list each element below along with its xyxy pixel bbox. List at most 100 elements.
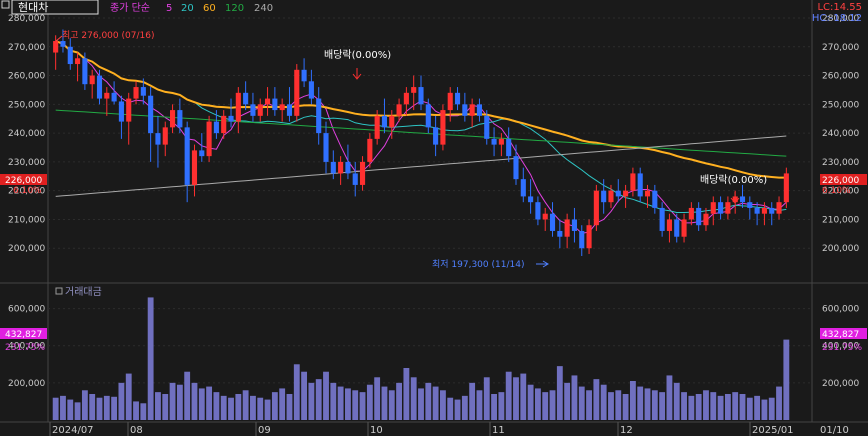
candle-body[interactable] — [272, 98, 278, 111]
candle-body[interactable] — [235, 92, 241, 122]
candle-body[interactable] — [557, 230, 563, 237]
candle-body[interactable] — [191, 150, 198, 185]
candle-body[interactable] — [644, 190, 651, 197]
candle-body[interactable] — [250, 104, 256, 116]
candle-body[interactable] — [615, 190, 621, 197]
candle-body[interactable] — [338, 161, 344, 174]
candle-body[interactable] — [411, 87, 417, 93]
candle-body[interactable] — [67, 46, 73, 65]
candle-body[interactable] — [571, 219, 578, 231]
candle-body[interactable] — [418, 87, 424, 105]
candle-body[interactable] — [170, 110, 176, 128]
candle-body[interactable] — [718, 202, 724, 214]
candle-body[interactable] — [264, 98, 271, 105]
candle-body[interactable] — [374, 115, 380, 139]
candle-body[interactable] — [221, 115, 227, 134]
candle-body[interactable] — [520, 179, 526, 197]
candle-body[interactable] — [586, 225, 592, 249]
candle-body[interactable] — [783, 173, 789, 203]
candle-body[interactable] — [155, 133, 161, 145]
candle-body[interactable] — [82, 58, 88, 85]
candle-body[interactable] — [243, 92, 249, 105]
candle-body[interactable] — [498, 138, 504, 145]
candle-body[interactable] — [213, 121, 219, 134]
candle-body[interactable] — [140, 87, 146, 96]
candle-body[interactable] — [148, 95, 154, 134]
candle-body[interactable] — [469, 104, 475, 116]
candle-body[interactable] — [754, 207, 760, 214]
candle-body[interactable] — [703, 213, 709, 226]
candle-body[interactable] — [579, 230, 585, 249]
candle-body[interactable] — [133, 87, 139, 99]
candle-body[interactable] — [359, 161, 366, 185]
candle-body[interactable] — [118, 101, 124, 122]
candle-body[interactable] — [447, 92, 453, 111]
candle-body[interactable] — [89, 75, 95, 85]
candle-body[interactable] — [403, 92, 409, 105]
candle-body[interactable] — [549, 213, 556, 231]
candle-body[interactable] — [462, 104, 468, 116]
candle-body[interactable] — [513, 156, 519, 180]
candle-body[interactable] — [659, 207, 665, 231]
candle-body[interactable] — [279, 104, 285, 111]
candle-body[interactable] — [389, 115, 395, 128]
candle-body[interactable] — [345, 161, 351, 174]
candle-body[interactable] — [696, 207, 702, 226]
candle-body[interactable] — [257, 104, 263, 116]
candle-body[interactable] — [425, 104, 431, 128]
candle-body[interactable] — [206, 121, 212, 157]
candle-body[interactable] — [623, 190, 629, 197]
candle-body[interactable] — [710, 202, 716, 214]
candle-body[interactable] — [228, 115, 234, 122]
candle-body[interactable] — [440, 110, 446, 145]
candle-body[interactable] — [396, 104, 402, 116]
candle-body[interactable] — [769, 207, 775, 214]
candle-body[interactable] — [381, 115, 388, 128]
candle-body[interactable] — [308, 81, 314, 99]
candle-body[interactable] — [60, 41, 66, 47]
candle-body[interactable] — [637, 173, 643, 197]
candle-body[interactable] — [674, 219, 680, 237]
candle-body[interactable] — [761, 207, 767, 214]
candle-body[interactable] — [330, 161, 336, 174]
candle-body[interactable] — [53, 41, 59, 53]
candle-body[interactable] — [294, 69, 300, 116]
candle-body[interactable] — [184, 127, 190, 185]
candle-body[interactable] — [316, 98, 322, 134]
candle-body[interactable] — [75, 58, 81, 65]
candle-body[interactable] — [688, 207, 694, 220]
stock-name[interactable]: 현대차 — [18, 1, 48, 14]
candle-body[interactable] — [652, 190, 658, 208]
candle-body[interactable] — [776, 202, 782, 214]
candle-body[interactable] — [352, 173, 358, 185]
candle-body[interactable] — [162, 127, 168, 145]
candle-body[interactable] — [484, 115, 490, 139]
candle-body[interactable] — [747, 202, 753, 208]
candle-body[interactable] — [199, 150, 205, 157]
candle-body[interactable] — [126, 98, 132, 122]
candle-body[interactable] — [454, 92, 461, 105]
candle-body[interactable] — [630, 173, 636, 191]
candle-body[interactable] — [491, 138, 497, 145]
candle-body[interactable] — [286, 104, 293, 116]
stock-chart[interactable]: 280,000 280,000270,000 270,000260,000 260,0… — [0, 0, 868, 436]
candle-body[interactable] — [323, 133, 329, 162]
candle-body[interactable] — [177, 110, 183, 128]
candle-body[interactable] — [476, 104, 483, 116]
candle-body[interactable] — [367, 138, 373, 162]
candle-body[interactable] — [433, 127, 439, 145]
candle-body[interactable] — [601, 190, 607, 203]
candle-body[interactable] — [506, 138, 512, 157]
candle-body[interactable] — [535, 202, 541, 220]
candle-body[interactable] — [564, 219, 570, 237]
candle-body[interactable] — [725, 202, 731, 214]
candle-body[interactable] — [681, 219, 687, 237]
candle-body[interactable] — [528, 196, 534, 203]
candle-body[interactable] — [739, 196, 746, 203]
candle-body[interactable] — [608, 190, 614, 203]
candle-body[interactable] — [111, 92, 117, 102]
candle-body[interactable] — [104, 92, 110, 99]
candle-body[interactable] — [96, 75, 103, 99]
candle-body[interactable] — [666, 219, 672, 231]
candle-body[interactable] — [542, 213, 548, 220]
